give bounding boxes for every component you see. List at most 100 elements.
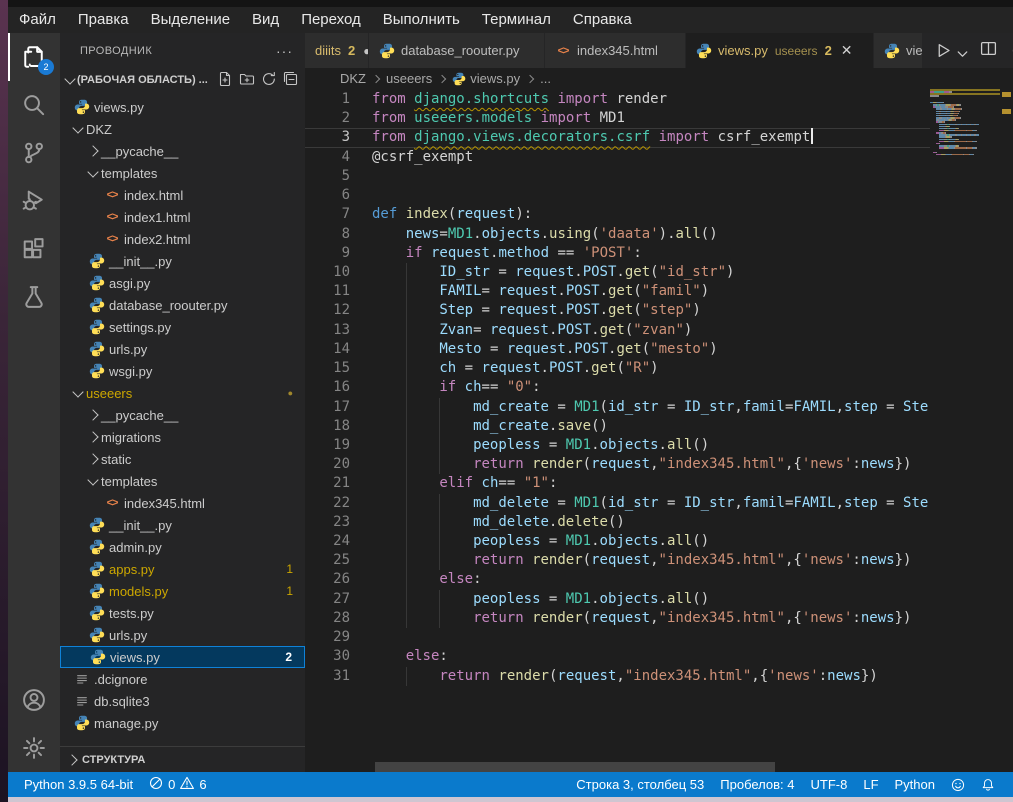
activity-testing-icon[interactable] bbox=[8, 273, 60, 321]
tab-index345-html[interactable]: <>index345.html bbox=[545, 33, 686, 68]
status-indentation[interactable]: Пробелов: 4 bbox=[712, 777, 802, 792]
code-line-24[interactable]: 24peopless = MD1.objects.all() bbox=[305, 532, 930, 551]
activity-run-debug-icon[interactable] bbox=[8, 177, 60, 225]
collapse-all-icon[interactable] bbox=[283, 71, 299, 90]
new-file-icon[interactable] bbox=[217, 71, 233, 90]
feedback-smiley-icon[interactable] bbox=[943, 778, 973, 792]
code-line-29[interactable]: 29 bbox=[305, 628, 930, 647]
code-line-9[interactable]: 9if request.method == 'POST': bbox=[305, 244, 930, 263]
tree-folder-static[interactable]: static bbox=[60, 448, 305, 470]
code-line-5[interactable]: 5 bbox=[305, 167, 930, 186]
activity-account-icon[interactable] bbox=[8, 676, 60, 724]
tree-file-urls-py[interactable]: urls.py bbox=[60, 338, 305, 360]
breadcrumb-item-views-py[interactable]: views.py bbox=[452, 71, 520, 87]
tree-file-apps-py[interactable]: apps.py1 bbox=[60, 558, 305, 580]
tree-folder-migrations[interactable]: migrations bbox=[60, 426, 305, 448]
split-editor-icon[interactable] bbox=[980, 40, 997, 62]
code-line-16[interactable]: 16if ch== "0": bbox=[305, 378, 930, 397]
code-line-4[interactable]: 4@csrf_exempt bbox=[305, 148, 930, 167]
code-line-3[interactable]: 3from django.views.decorators.csrf impor… bbox=[305, 128, 930, 147]
tree-file-index1-html[interactable]: <>index1.html bbox=[60, 206, 305, 228]
tab-vie[interactable]: vie bbox=[874, 33, 923, 68]
code-line-12[interactable]: 12Step = request.POST.get("step") bbox=[305, 301, 930, 320]
tree-folder-templates[interactable]: templates bbox=[60, 470, 305, 492]
horizontal-scrollbar[interactable] bbox=[375, 762, 775, 772]
tree-file-wsgi-py[interactable]: wsgi.py bbox=[60, 360, 305, 382]
status-eol[interactable]: LF bbox=[855, 777, 886, 792]
run-python-file-button[interactable] bbox=[935, 42, 966, 59]
notifications-bell-icon[interactable] bbox=[973, 778, 1003, 792]
breadcrumb-item-dkz[interactable]: DKZ bbox=[340, 71, 366, 86]
sidebar-more-actions-icon[interactable]: ··· bbox=[276, 43, 293, 59]
code-line-31[interactable]: 31return render(request,"index345.html",… bbox=[305, 667, 930, 686]
code-editor[interactable]: 1from django.shortcuts import render2fro… bbox=[305, 89, 1013, 772]
outline-section-header[interactable]: СТРУКТУРА bbox=[60, 746, 305, 772]
tree-file-asgi-py[interactable]: asgi.py bbox=[60, 272, 305, 294]
refresh-icon[interactable] bbox=[261, 71, 277, 90]
status-python-version[interactable]: Python 3.9.5 64-bit bbox=[16, 777, 141, 792]
tab-diiits[interactable]: diiits2● bbox=[305, 33, 369, 68]
status-encoding[interactable]: UTF-8 bbox=[803, 777, 856, 792]
code-line-28[interactable]: 28return render(request,"index345.html",… bbox=[305, 609, 930, 628]
code-line-18[interactable]: 18md_create.save() bbox=[305, 417, 930, 436]
menu-item-8[interactable]: Справка bbox=[562, 7, 643, 33]
code-line-1[interactable]: 1from django.shortcuts import render bbox=[305, 90, 930, 109]
new-folder-icon[interactable] bbox=[239, 71, 255, 90]
code-line-2[interactable]: 2from useeers.models import MD1 bbox=[305, 109, 930, 128]
code-line-20[interactable]: 20return render(request,"index345.html",… bbox=[305, 455, 930, 474]
activity-extensions-icon[interactable] bbox=[8, 225, 60, 273]
code-line-17[interactable]: 17md_create = MD1(id_str = ID_str,famil=… bbox=[305, 398, 930, 417]
code-line-27[interactable]: 27peopless = MD1.objects.all() bbox=[305, 590, 930, 609]
tree-file-index-html[interactable]: <>index.html bbox=[60, 184, 305, 206]
code-line-30[interactable]: 30else: bbox=[305, 647, 930, 666]
workspace-section-header[interactable]: (РАБОЧАЯ ОБЛАСТЬ) ... bbox=[60, 68, 305, 92]
menu-item-1[interactable]: Файл bbox=[8, 7, 67, 33]
tree-file--init-py[interactable]: __init__.py bbox=[60, 514, 305, 536]
tree-file-settings-py[interactable]: settings.py bbox=[60, 316, 305, 338]
tree-file-models-py[interactable]: models.py1 bbox=[60, 580, 305, 602]
activity-explorer-icon[interactable]: 2 bbox=[8, 33, 60, 81]
code-line-15[interactable]: 15ch = request.POST.get("R") bbox=[305, 359, 930, 378]
code-line-11[interactable]: 11FAMIL= request.POST.get("famil") bbox=[305, 282, 930, 301]
code-line-25[interactable]: 25return render(request,"index345.html",… bbox=[305, 551, 930, 570]
code-line-21[interactable]: 21elif ch== "1": bbox=[305, 474, 930, 493]
tab-close-icon[interactable]: ✕ bbox=[841, 42, 853, 59]
tree-file-index345-html[interactable]: <>index345.html bbox=[60, 492, 305, 514]
tree-file-db-sqlite3[interactable]: db.sqlite3 bbox=[60, 690, 305, 712]
code-line-22[interactable]: 22md_delete = MD1(id_str = ID_str,famil=… bbox=[305, 494, 930, 513]
minimap[interactable] bbox=[930, 89, 1000, 156]
activity-search-icon[interactable] bbox=[8, 81, 60, 129]
tab-views-py[interactable]: views.pyuseeers2✕ bbox=[686, 33, 874, 68]
tree-file-urls-py[interactable]: urls.py bbox=[60, 624, 305, 646]
code-line-8[interactable]: 8news=MD1.objects.using('daata').all() bbox=[305, 225, 930, 244]
tree-file--init-py[interactable]: __init__.py bbox=[60, 250, 305, 272]
tree-file-database-roouter-py[interactable]: database_roouter.py bbox=[60, 294, 305, 316]
code-line-19[interactable]: 19peopless = MD1.objects.all() bbox=[305, 436, 930, 455]
tree-file-tests-py[interactable]: tests.py bbox=[60, 602, 305, 624]
tree-folder--pycache-[interactable]: __pycache__ bbox=[60, 404, 305, 426]
breadcrumb-item-useeers[interactable]: useeers bbox=[386, 71, 432, 86]
code-line-26[interactable]: 26else: bbox=[305, 570, 930, 589]
tree-file-views-py[interactable]: views.py bbox=[60, 96, 305, 118]
tree-folder-useeers[interactable]: useeers● bbox=[60, 382, 305, 404]
tree-file-manage-py[interactable]: manage.py bbox=[60, 712, 305, 734]
status-language-mode[interactable]: Python bbox=[887, 777, 943, 792]
code-line-23[interactable]: 23md_delete.delete() bbox=[305, 513, 930, 532]
status-problems[interactable]: 06 bbox=[141, 776, 214, 793]
status-cursor-position[interactable]: Строка 3, столбец 53 bbox=[568, 777, 712, 792]
breadcrumb-item--[interactable]: ... bbox=[540, 71, 551, 86]
tree-file-views-py[interactable]: views.py2 bbox=[60, 646, 305, 668]
menu-item-3[interactable]: Выделение bbox=[140, 7, 241, 33]
code-line-14[interactable]: 14Mesto = request.POST.get("mesto") bbox=[305, 340, 930, 359]
code-line-13[interactable]: 13Zvan= request.POST.get("zvan") bbox=[305, 321, 930, 340]
tree-file-index2-html[interactable]: <>index2.html bbox=[60, 228, 305, 250]
tree-file--dcignore[interactable]: .dcignore bbox=[60, 668, 305, 690]
tree-folder-dkz[interactable]: DKZ bbox=[60, 118, 305, 140]
menu-item-4[interactable]: Вид bbox=[241, 7, 290, 33]
menu-item-5[interactable]: Переход bbox=[290, 7, 372, 33]
tab-database-roouter-py[interactable]: database_roouter.py bbox=[369, 33, 545, 68]
menu-item-2[interactable]: Правка bbox=[67, 7, 140, 33]
code-line-7[interactable]: 7def index(request): bbox=[305, 205, 930, 224]
code-line-10[interactable]: 10ID_str = request.POST.get("id_str") bbox=[305, 263, 930, 282]
menu-item-6[interactable]: Выполнить bbox=[372, 7, 471, 33]
